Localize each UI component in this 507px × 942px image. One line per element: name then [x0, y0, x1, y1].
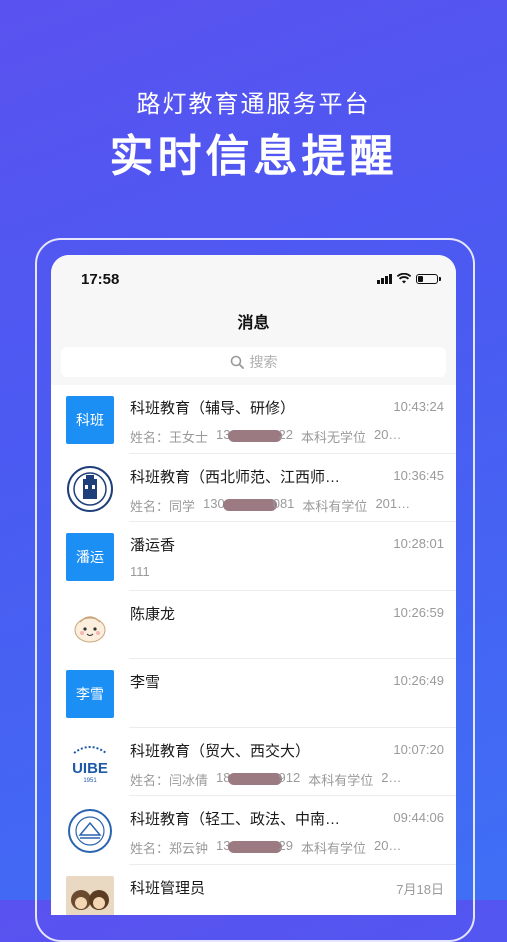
message-list: 科班 科班教育（辅导、研修） 10:43:24 姓名：王女士 13 22 本科无学… — [51, 385, 456, 915]
status-time: 17:58 — [81, 271, 120, 288]
preview-degree: 本科有学位 — [302, 498, 368, 514]
redaction-mark — [228, 841, 283, 853]
preview-name: 姓名：王女士 — [130, 430, 209, 445]
nav-title: 消息 — [51, 305, 456, 343]
message-sender: 科班教育（辅导、研修） — [130, 400, 296, 417]
status-bar: 17:58 — [51, 255, 456, 305]
cartoon-avatar-icon — [66, 601, 114, 650]
preview-year: 20… — [373, 838, 402, 853]
message-time: 10:07:20 — [393, 741, 444, 757]
wifi-icon — [397, 273, 411, 284]
preview-year: 20… — [373, 427, 402, 442]
message-preview: 姓名：郑云钟 13 29 本科有学位 20… — [130, 838, 444, 857]
message-item[interactable]: 李雪 李雪 10:26:49 — [51, 659, 456, 728]
preview-phone: 130 081 — [203, 495, 295, 511]
avatar: 李雪 — [66, 670, 114, 718]
promo-subtitle: 路灯教育通服务平台 — [136, 91, 371, 118]
svg-text:1951: 1951 — [83, 778, 97, 784]
preview-degree: 本科有学位 — [308, 772, 374, 788]
avatar: 科班 — [66, 396, 114, 444]
redaction-mark — [222, 498, 277, 511]
preview-degree: 本科有学位 — [300, 841, 366, 856]
message-time: 09:44:06 — [393, 810, 444, 825]
message-sender: 潘运香 — [130, 537, 176, 554]
university-emblem-icon — [66, 465, 114, 513]
preview-phone: 13 29 — [216, 838, 293, 853]
signal-icon — [377, 274, 392, 284]
message-time: 10:28:01 — [393, 536, 444, 551]
preview-phone: 13 22 — [216, 427, 293, 442]
preview-name: 姓名：同学 — [130, 498, 196, 514]
preview-phone: 18 912 — [216, 769, 301, 785]
message-item[interactable]: 科班管理员 7月18日 — [51, 865, 456, 915]
message-sender: 科班教育（西北师范、江西师… — [130, 468, 341, 486]
message-time: 10:26:59 — [393, 604, 444, 620]
search-input[interactable]: 搜索 — [61, 347, 446, 377]
message-sender: 李雪 — [130, 674, 161, 691]
message-time: 10:43:24 — [393, 399, 444, 414]
preview-year: 2… — [381, 769, 402, 785]
search-icon — [230, 355, 244, 369]
photo-avatar-icon — [66, 875, 114, 915]
message-preview: 111 — [130, 564, 150, 579]
status-icons — [377, 273, 441, 284]
redaction-mark — [228, 772, 283, 785]
search-bar: 搜索 — [51, 343, 456, 385]
message-item[interactable]: 科班教育（西北师范、江西师… 10:36:45 姓名：同学 130 081 本科有… — [51, 454, 456, 523]
battery-icon — [416, 274, 441, 284]
phone-screen: 17:58 消息 搜索 科班 科班教育（辅导、研修） 10:43:24 姓名：王… — [51, 255, 456, 915]
message-sender: 陈康龙 — [130, 605, 176, 623]
promo-title: 实时信息提醒 — [109, 132, 398, 181]
message-time: 7月18日 — [396, 881, 444, 897]
message-preview: 姓名：闫冰倩 18 912 本科有学位 2… — [130, 770, 444, 789]
message-item[interactable]: 潘运 潘运香 10:28:01 111 — [51, 522, 456, 591]
message-sender: 科班管理员 — [130, 879, 206, 897]
redaction-mark — [228, 430, 283, 442]
preview-degree: 本科无学位 — [300, 430, 366, 445]
message-time: 10:26:49 — [393, 673, 444, 688]
svg-text:UIBE: UIBE — [72, 760, 108, 777]
message-item[interactable]: 科班教育（轻工、政法、中南… 09:44:06 姓名：郑云钟 13 29 本科有学… — [51, 796, 456, 865]
message-preview: 姓名：王女士 13 22 本科无学位 20… — [130, 427, 444, 446]
search-placeholder: 搜索 — [249, 354, 278, 370]
message-sender: 科班教育（贸大、西交大） — [130, 742, 311, 760]
uibe-logo-icon: UIBE 1951 — [66, 738, 114, 787]
preview-name: 姓名：闫冰倩 — [130, 772, 209, 788]
message-preview: 姓名：同学 130 081 本科有学位 201… — [130, 496, 444, 515]
preview-name: 姓名：郑云钟 — [130, 841, 209, 856]
avatar: 潘运 — [66, 533, 114, 581]
message-time: 10:36:45 — [393, 467, 444, 483]
message-item[interactable]: UIBE 1951 科班教育（贸大、西交大） 10:07:20 姓名：闫冰倩 1… — [51, 728, 456, 797]
university-seal-icon — [66, 807, 114, 855]
message-item[interactable]: 陈康龙 10:26:59 — [51, 591, 456, 660]
message-item[interactable]: 科班 科班教育（辅导、研修） 10:43:24 姓名：王女士 13 22 本科无学… — [51, 385, 456, 454]
message-sender: 科班教育（轻工、政法、中南… — [130, 811, 341, 828]
preview-year: 201… — [375, 495, 411, 511]
